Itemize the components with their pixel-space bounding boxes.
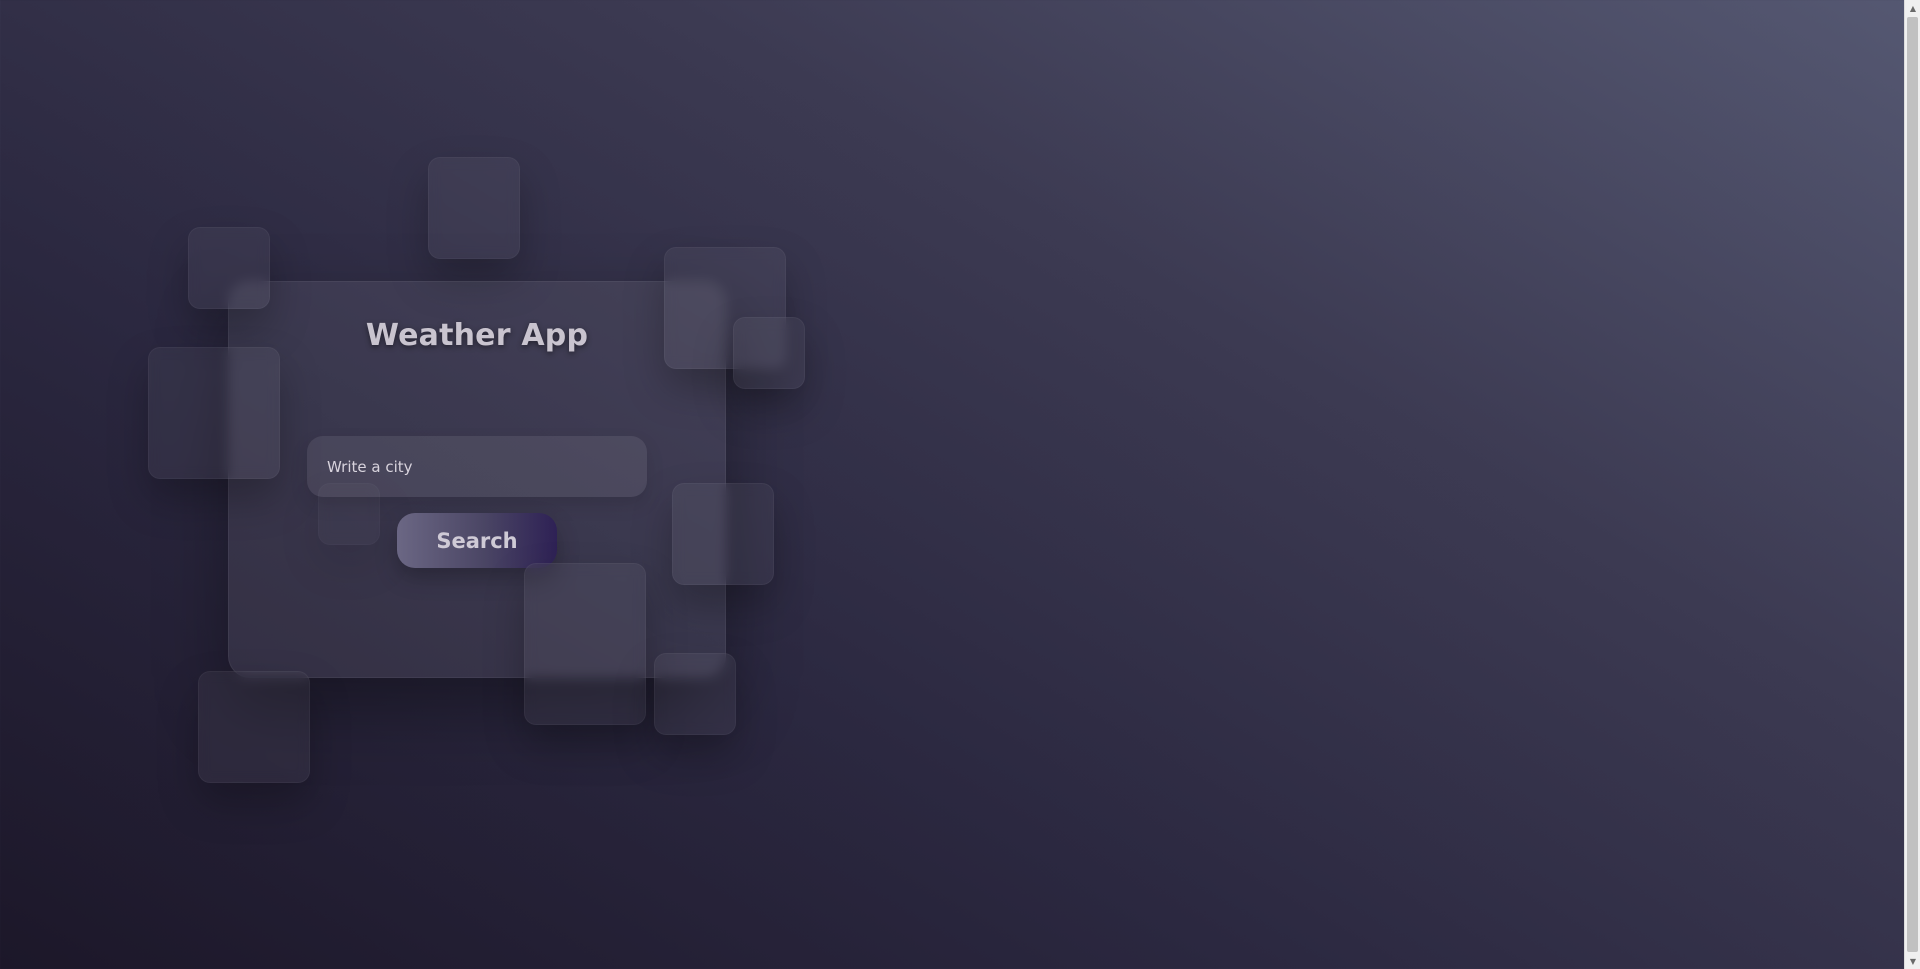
- decorative-tile: [148, 347, 280, 479]
- decorative-tile: [188, 227, 270, 309]
- decorative-tile: [672, 483, 774, 585]
- decorative-tile: [733, 317, 805, 389]
- app-title: Weather App: [365, 318, 589, 353]
- triangle-up-icon[interactable]: ▲: [1905, 0, 1920, 16]
- decorative-tile: [428, 157, 520, 259]
- weather-card: Weather App Search: [228, 281, 726, 678]
- decorative-tile: [198, 671, 310, 783]
- triangle-down-icon[interactable]: ▼: [1905, 953, 1920, 969]
- vertical-scrollbar[interactable]: ▲ ▼: [1904, 0, 1920, 969]
- decorative-tile: [524, 563, 646, 725]
- page-background: Weather App Search: [0, 0, 1904, 969]
- decorative-tile: [654, 653, 736, 735]
- search-button[interactable]: Search: [397, 513, 557, 568]
- city-search-input[interactable]: [307, 436, 647, 497]
- scrollbar-thumb[interactable]: [1907, 17, 1918, 952]
